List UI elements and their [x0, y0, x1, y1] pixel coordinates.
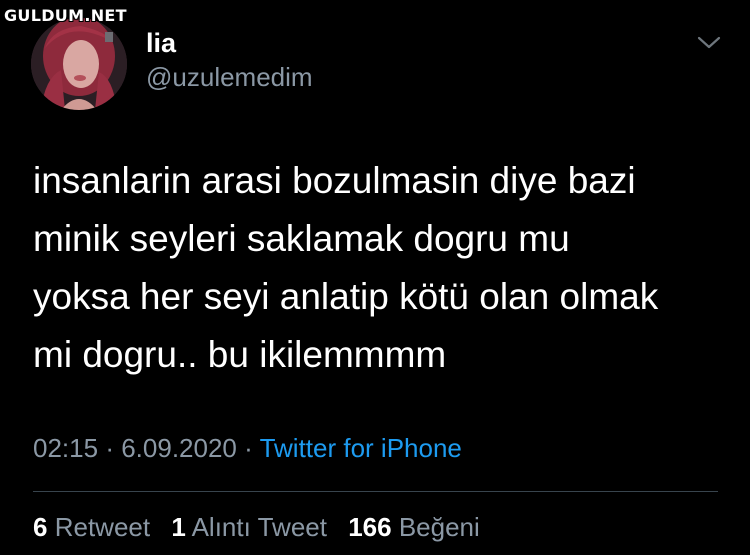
tweet-stats: 6 Retweet 1 Alıntı Tweet 166 Beğeni [33, 512, 494, 543]
display-name[interactable]: lia [146, 28, 176, 59]
tweet-text-line: minik seyleri saklamak dogru mu [33, 218, 570, 259]
divider [33, 491, 718, 492]
meta-separator: · [105, 433, 114, 463]
quotes-stat[interactable]: 1 Alıntı Tweet [171, 512, 334, 542]
retweets-label: Retweet [54, 512, 151, 542]
avatar[interactable] [31, 18, 127, 110]
tweet-text: insanlarin arasi bozulmasin diye bazi mi… [33, 152, 733, 384]
tweet-time: 02:15 [33, 433, 99, 463]
likes-count: 166 [348, 512, 392, 542]
retweets-stat[interactable]: 6 Retweet [33, 512, 157, 542]
tweet-date: 6.09.2020 [121, 433, 237, 463]
quotes-count: 1 [171, 512, 186, 542]
quotes-label: Alıntı Tweet [191, 512, 327, 542]
avatar-photo [31, 18, 127, 110]
tweet-meta: 02:15 · 6.09.2020 · Twitter for iPhone [33, 433, 462, 464]
tweet-source-link[interactable]: Twitter for iPhone [260, 433, 462, 463]
likes-stat[interactable]: 166 Beğeni [348, 512, 480, 542]
chevron-down-icon[interactable] [696, 32, 722, 52]
tweet-text-line: mi dogru.. bu ikilemmmm [33, 334, 447, 375]
watermark-logo: GULDUM.NET [4, 6, 127, 25]
likes-label: Beğeni [398, 512, 480, 542]
user-handle[interactable]: @uzulemedim [146, 62, 313, 93]
retweets-count: 6 [33, 512, 48, 542]
tweet-text-line: yoksa her seyi anlatip kötü olan olmak [33, 276, 659, 317]
tweet-text-line: insanlarin arasi bozulmasin diye bazi [33, 160, 636, 201]
meta-separator: · [244, 433, 253, 463]
